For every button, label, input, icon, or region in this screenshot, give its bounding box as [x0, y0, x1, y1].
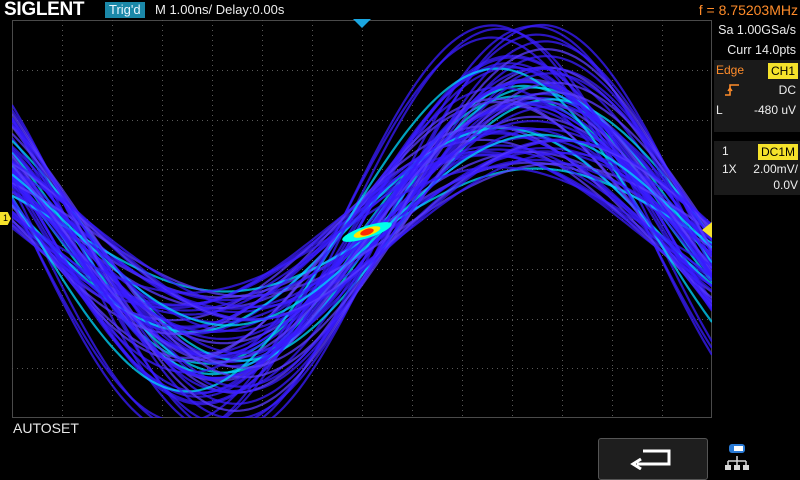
trigger-coupling: DC	[778, 83, 796, 97]
top-status-bar: SIGLENT Trig'd M 1.00ns/ Delay:0.00s f =…	[0, 0, 800, 20]
channel-number: 1	[722, 144, 729, 158]
timebase-readout: M 1.00ns/ Delay:0.00s	[155, 2, 285, 17]
volts-per-div: 2.00mV/	[753, 162, 798, 176]
trigger-position-marker[interactable]	[353, 19, 371, 28]
persistence-traces	[12, 23, 712, 418]
trigger-source: CH1	[767, 63, 798, 79]
return-arrow-icon	[629, 444, 677, 475]
frequency-counter: f = 8.75203MHz	[698, 2, 798, 18]
trigger-level-marker[interactable]	[702, 222, 712, 238]
sample-rate: Sa 1.00GSa/s	[718, 23, 796, 37]
network-status-icon	[716, 438, 758, 480]
status-message: AUTOSET	[13, 420, 79, 436]
channel-offset: 0.0V	[773, 178, 798, 192]
record-length: Curr 14.0pts	[727, 43, 796, 57]
back-button[interactable]	[598, 438, 708, 480]
channel-coupling: DC1M	[757, 144, 798, 160]
trigger-status-badge: Trig'd	[105, 2, 145, 18]
trigger-settings-panel[interactable]: Edge CH1 DC L -480 uV	[714, 60, 800, 132]
trigger-level-value: -480 uV	[753, 103, 796, 117]
trigger-level-label: L	[716, 103, 723, 117]
channel1-offset-marker[interactable]: 1	[0, 212, 11, 225]
channel1-settings-panel[interactable]: 1 DC1M 1X 2.00mV/ 0.0V	[714, 141, 800, 195]
waveform-graticule	[12, 20, 712, 418]
probe-ratio: 1X	[722, 162, 737, 176]
acquisition-panel: Sa 1.00GSa/s Curr 14.0pts	[714, 20, 800, 60]
trigger-type: Edge	[716, 63, 745, 77]
brand-logo: SIGLENT	[4, 0, 85, 20]
